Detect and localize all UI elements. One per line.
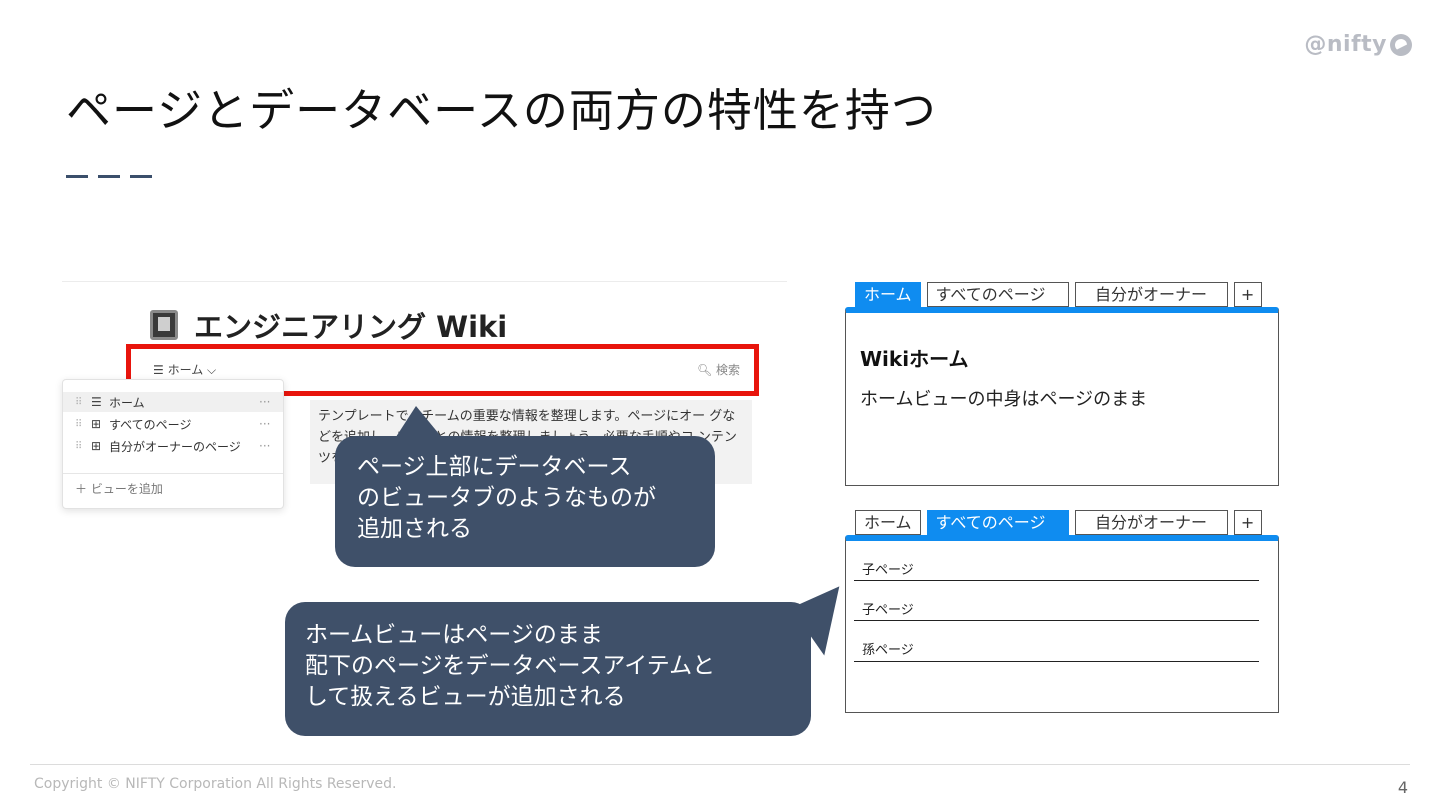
view-menu: ⠿ ☰ ホーム ··· ⠿ ⊞ すべてのページ ··· ⠿ ⊞ 自分がオーナーの…	[62, 379, 284, 509]
more-icon[interactable]: ···	[259, 439, 283, 453]
menu-item-label: 自分がオーナーのページ	[109, 439, 241, 454]
menu-divider	[63, 473, 283, 474]
mockup-all-panel: 子ページ 子ページ 孫ページ	[845, 535, 1279, 713]
tab-home[interactable]: ホーム	[855, 282, 921, 307]
callout-line: ホームビューはページのまま	[305, 622, 603, 648]
title-underline-dashes	[66, 175, 152, 178]
wiki-title: エンジニアリング Wiki	[150, 304, 507, 346]
menu-item-label: すべてのページ	[109, 417, 192, 432]
mockup-home-panel: Wikiホーム ホームビューの中身はページのまま	[845, 307, 1279, 486]
tab-all-pages[interactable]: すべてのページ	[926, 510, 1069, 535]
slide-title: ページとデータベースの両方の特性を持つ	[66, 84, 937, 137]
row-divider	[854, 620, 1259, 621]
menu-item-my-pages[interactable]: ⠿ ⊞ 自分がオーナーのページ ···	[63, 436, 283, 456]
wiki-home-heading: Wikiホーム	[860, 347, 969, 371]
row-divider	[854, 661, 1259, 662]
callout-line: 配下のページをデータベースアイテムと	[305, 653, 716, 679]
tab-home[interactable]: ホーム	[855, 510, 921, 535]
drag-handle-icon[interactable]: ⠿	[75, 441, 91, 452]
callout-home-view: ホームビューはページのまま 配下のページをデータベースアイテムと して扱えるビュ…	[285, 602, 811, 736]
footer-divider	[30, 764, 1410, 765]
search-button[interactable]: 🔍︎ 検索	[697, 361, 740, 378]
callout-view-tabs: ページ上部にデータベース のビュータブのようなものが 追加される	[335, 436, 715, 567]
more-icon[interactable]: ···	[259, 417, 283, 431]
page-number: 4	[1397, 778, 1408, 797]
menu-item-home[interactable]: ⠿ ☰ ホーム ···	[63, 392, 283, 412]
drag-handle-icon[interactable]: ⠿	[75, 397, 91, 408]
menu-item-label: ホーム	[109, 395, 145, 410]
book-icon	[150, 310, 178, 340]
callout-line: して扱えるビューが追加される	[305, 684, 626, 710]
table-icon: ⊞	[91, 439, 102, 453]
logo-text: @nifty	[1304, 32, 1387, 57]
mockup-home-tabs: ホーム すべてのページ 自分がオーナー +	[855, 282, 1262, 307]
callout-line: のビュータブのようなものが	[357, 485, 656, 511]
copyright: Copyright © NIFTY Corporation All Rights…	[34, 776, 397, 792]
view-selector-home[interactable]: ☰ ホーム ⌵	[153, 361, 216, 378]
tab-add[interactable]: +	[1233, 510, 1262, 535]
callout-line: ページ上部にデータベース	[357, 454, 632, 480]
callout-line: 追加される	[357, 516, 472, 542]
list-icon: ☰	[91, 395, 102, 409]
mockup-all-tabs: ホーム すべてのページ 自分がオーナー +	[855, 510, 1262, 535]
tab-owner[interactable]: 自分がオーナー	[1074, 282, 1228, 307]
more-icon[interactable]: ···	[259, 395, 283, 409]
list-item[interactable]: 子ページ	[862, 559, 914, 578]
tab-add[interactable]: +	[1233, 282, 1262, 307]
menu-item-all-pages[interactable]: ⠿ ⊞ すべてのページ ···	[63, 414, 283, 434]
row-divider	[854, 580, 1259, 581]
add-view-button[interactable]: ＋ ビューを追加	[75, 480, 163, 497]
tab-owner[interactable]: 自分がオーナー	[1074, 510, 1228, 535]
list-item[interactable]: 子ページ	[862, 599, 914, 618]
tab-all-pages[interactable]: すべてのページ	[926, 282, 1069, 307]
table-icon: ⊞	[91, 417, 102, 431]
nifty-logo: @nifty	[1304, 32, 1412, 57]
logo-mark-icon	[1390, 33, 1412, 56]
wiki-home-body: ホームビューの中身はページのまま	[860, 389, 1148, 410]
list-item[interactable]: 孫ページ	[862, 639, 914, 658]
drag-handle-icon[interactable]: ⠿	[75, 419, 91, 430]
wiki-title-text: エンジニアリング Wiki	[194, 310, 508, 344]
